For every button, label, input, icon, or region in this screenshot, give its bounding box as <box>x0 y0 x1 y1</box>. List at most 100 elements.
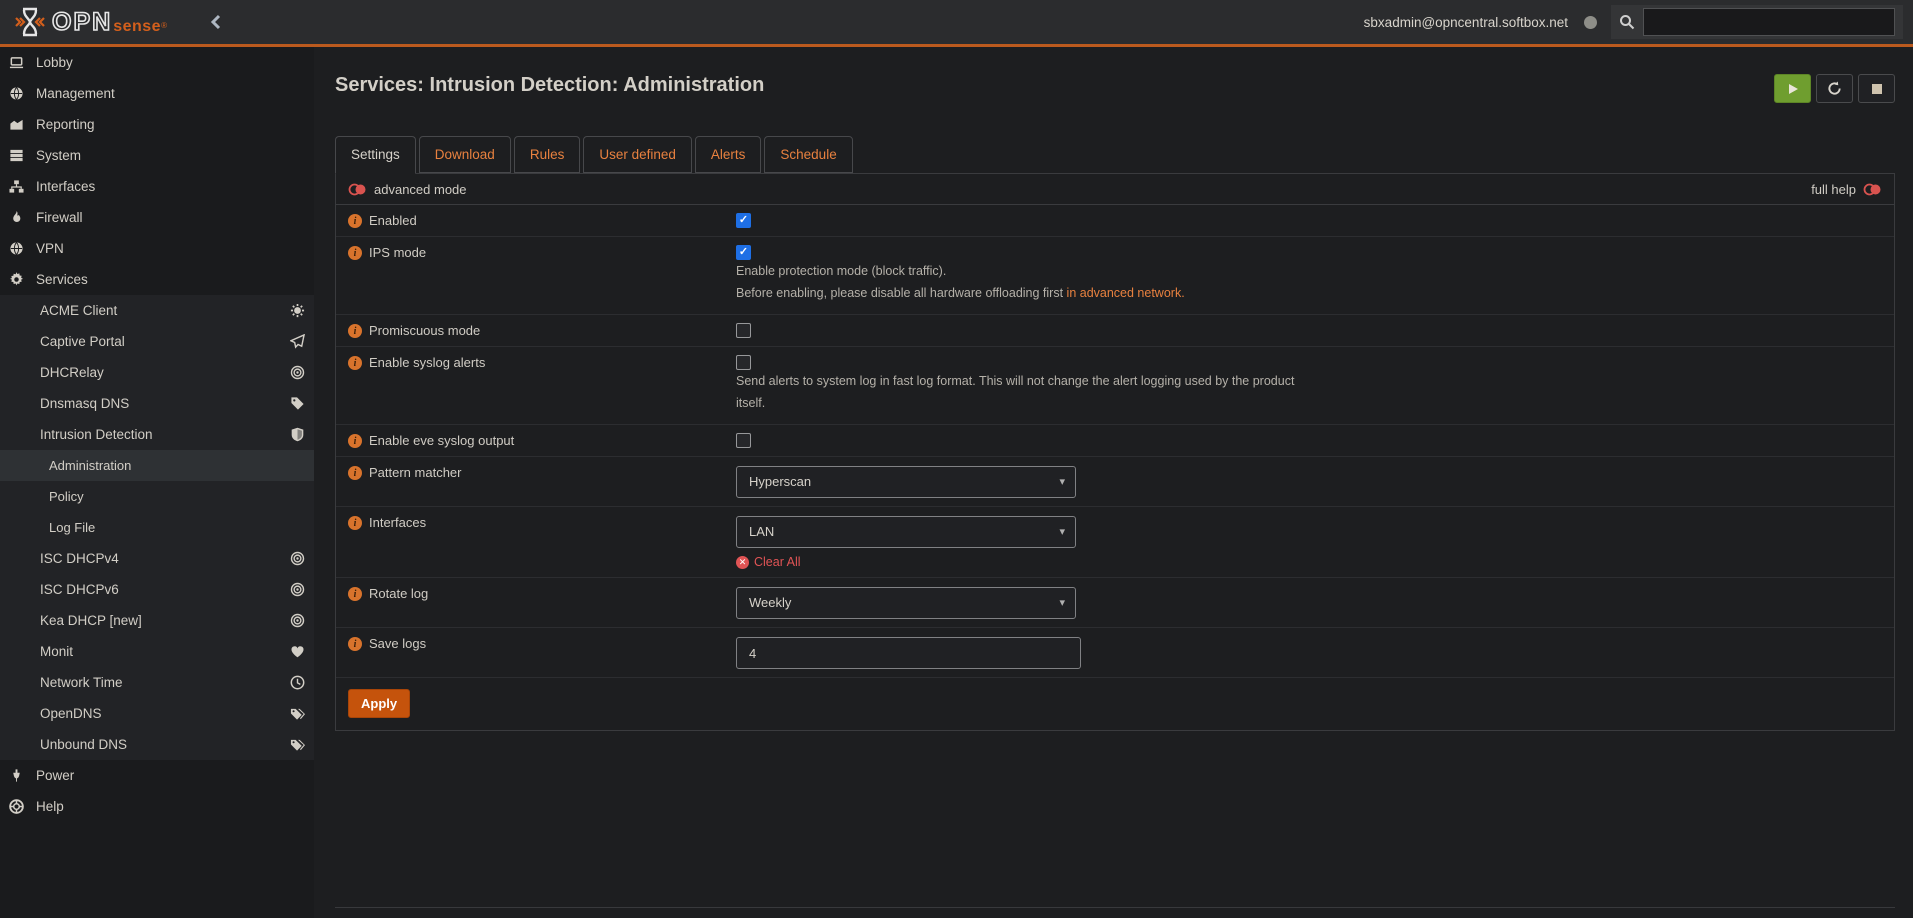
tab-user-defined[interactable]: User defined <box>583 136 692 173</box>
sitemap-icon <box>8 179 25 194</box>
row-control-enabled: ✓ <box>736 205 1894 236</box>
form-row-rotate-log: i Rotate log Weekly▾ <box>336 578 1894 628</box>
info-icon[interactable]: i <box>348 466 362 480</box>
sidebar-item-label: ISC DHCPv6 <box>40 582 119 597</box>
sidebar-item-power[interactable]: Power <box>0 760 314 791</box>
sidebar-item-services[interactable]: Services <box>0 264 314 295</box>
field-label: Interfaces <box>369 515 426 530</box>
sidebar-item-system[interactable]: System <box>0 140 314 171</box>
info-icon[interactable]: i <box>348 246 362 260</box>
clear-all-link[interactable]: ✕Clear All <box>736 555 1894 569</box>
sidebar-item-firewall[interactable]: Firewall <box>0 202 314 233</box>
sidebar-item-isc-dhcpv6[interactable]: ISC DHCPv6 <box>0 574 314 605</box>
info-icon[interactable]: i <box>348 587 362 601</box>
info-icon[interactable]: i <box>348 434 362 448</box>
sidebar-item-label: Intrusion Detection <box>40 427 153 442</box>
interfaces-select[interactable]: LAN▾ <box>736 516 1076 548</box>
field-label: Pattern matcher <box>369 465 462 480</box>
form-row-enable-eve-syslog-output: iEnable eve syslog output <box>336 425 1894 457</box>
field-label: Save logs <box>369 636 426 651</box>
clock-icon <box>290 675 305 690</box>
sidebar-item-opendns[interactable]: OpenDNS <box>0 698 314 729</box>
sidebar-item-label: Unbound DNS <box>40 737 127 752</box>
help-link[interactable]: in advanced network <box>1067 286 1182 300</box>
sidebar-item-label: OpenDNS <box>40 706 102 721</box>
apply-row: Apply <box>336 678 1894 730</box>
sidebar-item-label: Log File <box>49 520 95 535</box>
sidebar-item-intrusion-detection[interactable]: Intrusion Detection <box>0 419 314 450</box>
interfaces-selected-value: LAN <box>749 524 774 539</box>
sidebar-item-label: Captive Portal <box>40 334 125 349</box>
search-input[interactable] <box>1643 8 1895 36</box>
top-header: OPN sense ® sbxadmin@opncentral.softbox.… <box>0 0 1913 47</box>
main-content: Services: Intrusion Detection: Administr… <box>314 47 1913 918</box>
sidebar-item-management[interactable]: Management <box>0 78 314 109</box>
sidebar-item-monit[interactable]: Monit <box>0 636 314 667</box>
sidebar-item-acme-client[interactable]: ACME Client <box>0 295 314 326</box>
field-label: Rotate log <box>369 586 428 601</box>
sidebar-item-captive-portal[interactable]: Captive Portal <box>0 326 314 357</box>
laptop-icon <box>8 55 25 70</box>
sidebar-item-interfaces[interactable]: Interfaces <box>0 171 314 202</box>
sidebar-item-label: Interfaces <box>36 179 95 194</box>
sidebar-item-label: Help <box>36 799 64 814</box>
service-start-button[interactable] <box>1774 74 1811 103</box>
info-icon[interactable]: i <box>348 324 362 338</box>
enabled-checkbox[interactable]: ✓ <box>736 213 751 228</box>
sidebar-item-label: System <box>36 148 81 163</box>
info-icon[interactable]: i <box>348 516 362 530</box>
sidebar-item-unbound-dns[interactable]: Unbound DNS <box>0 729 314 760</box>
sidebar-item-dhcrelay[interactable]: DHCRelay <box>0 357 314 388</box>
sidebar-item-label: Policy <box>49 489 84 504</box>
sidebar-item-policy[interactable]: Policy <box>0 481 314 512</box>
row-control-promiscuous-mode <box>736 315 1894 346</box>
enable-syslog-alerts-checkbox[interactable] <box>736 355 751 370</box>
rotate-log-select[interactable]: Weekly▾ <box>736 587 1076 619</box>
info-icon[interactable]: i <box>348 637 362 651</box>
sidebar-item-lobby[interactable]: Lobby <box>0 47 314 78</box>
sidebar-item-label: VPN <box>36 241 64 256</box>
sidebar-item-kea-dhcp-new[interactable]: Kea DHCP [new] <box>0 605 314 636</box>
sidebar-item-dnsmasq-dns[interactable]: Dnsmasq DNS <box>0 388 314 419</box>
tab-settings[interactable]: Settings <box>335 136 416 174</box>
sidebar-item-network-time[interactable]: Network Time <box>0 667 314 698</box>
tab-schedule[interactable]: Schedule <box>764 136 852 173</box>
heart-icon <box>290 644 305 659</box>
promiscuous-mode-checkbox[interactable] <box>736 323 751 338</box>
sidebar-item-reporting[interactable]: Reporting <box>0 109 314 140</box>
save-logs-input[interactable] <box>736 637 1081 669</box>
info-icon[interactable]: i <box>348 356 362 370</box>
form-row-interfaces: i Interfaces LAN▾ ✕Clear All <box>336 507 1894 578</box>
field-label: IPS mode <box>369 245 426 260</box>
sidebar-item-help[interactable]: Help <box>0 791 314 822</box>
form-row-ips-mode: iIPS mode✓Enable protection mode (block … <box>336 237 1894 315</box>
sidebar-collapse-button[interactable] <box>209 14 223 30</box>
info-icon[interactable]: i <box>348 214 362 228</box>
sidebar-item-label: Power <box>36 768 74 783</box>
tab-download[interactable]: Download <box>419 136 511 173</box>
service-restart-button[interactable] <box>1816 74 1853 103</box>
row-label-interfaces: i Interfaces <box>336 507 736 577</box>
pattern-matcher-select[interactable]: Hyperscan▾ <box>736 466 1076 498</box>
advanced-mode-toggle[interactable]: advanced mode <box>348 182 467 197</box>
sidebar-item-label: Lobby <box>36 55 73 70</box>
sidebar-item-log-file[interactable]: Log File <box>0 512 314 543</box>
logo-registered-mark: ® <box>161 21 167 30</box>
sidebar-item-isc-dhcpv4[interactable]: ISC DHCPv4 <box>0 543 314 574</box>
tab-alerts[interactable]: Alerts <box>695 136 762 173</box>
sidebar-item-label: Firewall <box>36 210 83 225</box>
tab-rules[interactable]: Rules <box>514 136 581 173</box>
opnsense-logo: OPN sense ® <box>14 6 167 38</box>
form-row-promiscuous-mode: iPromiscuous mode <box>336 315 1894 347</box>
ips-mode-checkbox[interactable]: ✓ <box>736 245 751 260</box>
apply-button[interactable]: Apply <box>348 689 410 718</box>
pattern-matcher-selected-value: Hyperscan <box>749 474 811 489</box>
row-label-enabled: iEnabled <box>336 205 736 236</box>
enable-eve-syslog-output-checkbox[interactable] <box>736 433 751 448</box>
full-help-toggle[interactable]: full help <box>1811 182 1882 197</box>
row-label-ips-mode: i IPS mode <box>336 237 736 314</box>
service-stop-button[interactable] <box>1858 74 1895 103</box>
rotate-log-selected-value: Weekly <box>749 595 791 610</box>
sidebar-item-administration[interactable]: Administration <box>0 450 314 481</box>
sidebar-item-vpn[interactable]: VPN <box>0 233 314 264</box>
